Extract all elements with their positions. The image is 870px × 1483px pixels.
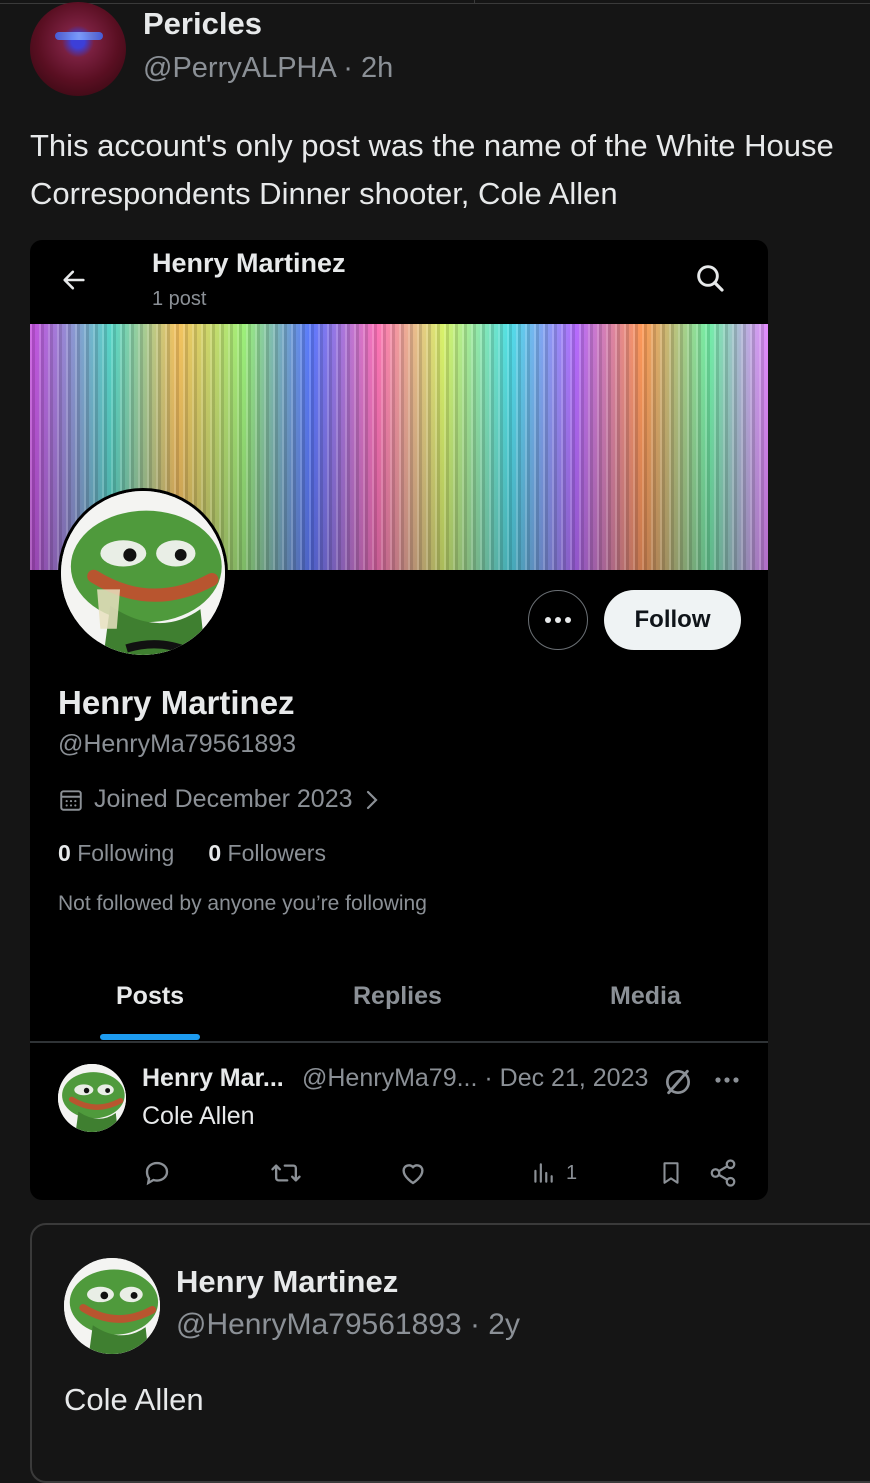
follow-button[interactable]: Follow [604,590,741,650]
post-author-name[interactable]: Henry Mar... [142,1064,284,1093]
post-text: This account's only post was the name of… [30,128,834,211]
quoted-post-avatar[interactable] [64,1258,160,1354]
followers-link[interactable]: 0 Followers [208,840,326,867]
post-author-meta: @HenryMa79... · Dec 21, 2023 [302,1064,649,1092]
profile-handle: @HenryMa79561893 [58,730,297,758]
follow-counts: 0 Following 0 Followers [58,840,326,867]
tab-media[interactable]: Media [610,982,681,1011]
following-link[interactable]: 0 Following [58,840,174,867]
author-name[interactable]: Pericles [143,6,262,42]
author-meta: @PerryALPHA · 2h [143,52,394,84]
author-avatar[interactable] [30,2,126,96]
quoted-post-text: Cole Allen [64,1382,204,1417]
search-icon[interactable] [694,262,726,294]
tab-posts[interactable]: Posts [116,982,184,1011]
followers-count: 0 [208,840,222,866]
frog-avatar-image [58,1064,126,1132]
profile-post-count: 1 post [152,288,207,310]
bookmark-icon [663,1162,679,1184]
joined-label: Joined December 2023 [94,785,353,813]
views-button[interactable]: 1 [530,1156,577,1190]
frog-avatar-image [61,491,225,655]
tabs-divider [30,1041,768,1043]
top-divider [0,3,870,4]
reply-button[interactable] [142,1156,172,1190]
frog-avatar-image [64,1258,160,1354]
profile-name: Henry Martinez [58,684,295,721]
no-edit-icon [666,1069,690,1095]
retweet-button[interactable] [270,1156,302,1190]
chevron-right-icon [366,790,378,809]
arrow-left-icon[interactable] [60,266,88,294]
like-button[interactable] [398,1156,428,1190]
profile-avatar[interactable] [58,488,228,658]
quoted-post-meta: @HenryMa79561893 · 2y [176,1308,520,1341]
following-label: Following [77,840,175,866]
heart-icon [402,1164,424,1185]
quoted-post[interactable] [30,1223,870,1483]
post-row-text: Cole Allen [142,1102,255,1130]
followers-label: Followers [227,840,326,866]
following-count: 0 [58,840,71,866]
calendar-icon [60,789,82,811]
post-avatar[interactable] [58,1064,126,1132]
profile-screenshot-card[interactable]: Henry Martinez 1 post Follow Henry Marti… [30,240,768,1200]
views-icon [534,1163,553,1183]
avatar-glint [55,32,103,40]
top-divider-tick [474,0,475,4]
more-options-button[interactable] [528,590,588,650]
reply-icon [145,1161,169,1186]
post-more-icon[interactable] [710,1066,744,1094]
quoted-post-name[interactable]: Henry Martinez [176,1264,398,1300]
joined-date[interactable]: Joined December 2023 [58,785,381,814]
bookmark-button[interactable] [658,1156,684,1190]
retweet-icon [271,1164,301,1182]
mutual-followers-note: Not followed by anyone you’re following [58,892,427,915]
tab-replies[interactable]: Replies [353,982,442,1011]
share-button[interactable] [708,1156,738,1190]
active-tab-indicator [100,1034,200,1040]
profile-header-title: Henry Martinez [152,248,346,278]
share-icon [710,1159,736,1187]
more-icon [545,617,571,623]
views-count: 1 [566,1161,578,1184]
